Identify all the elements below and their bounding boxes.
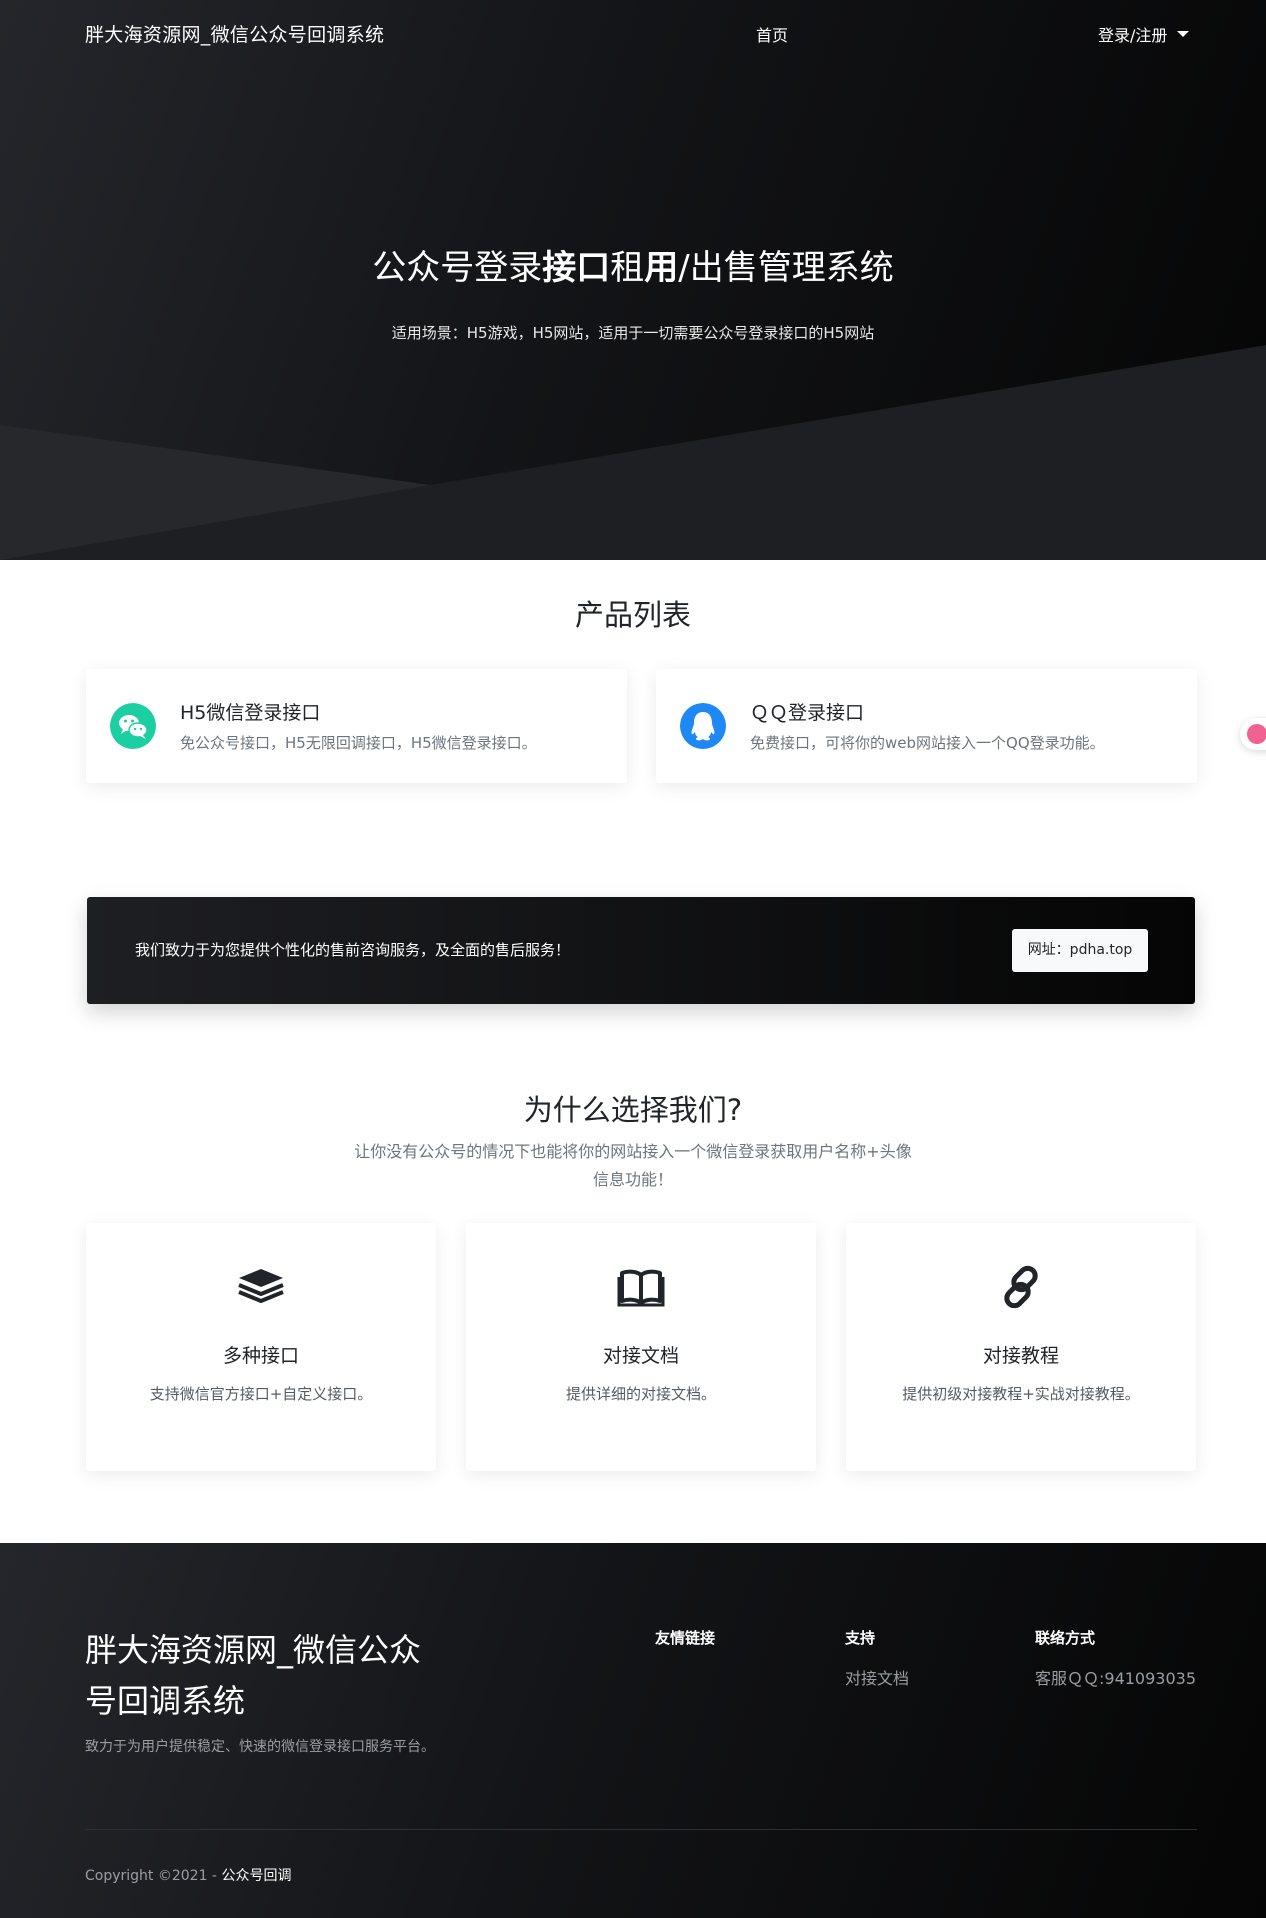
qq-icon xyxy=(680,703,726,749)
hero-title: 公众号登录接口租用/出售管理系统 xyxy=(0,240,1266,289)
hero-title-bold-2: 用 xyxy=(644,248,679,288)
chevron-down-icon xyxy=(1177,31,1190,37)
footer-col-contact-title: 联络方式 xyxy=(1035,1629,1096,1647)
product-card-wechat[interactable]: H5微信登录接口 免公众号接口，H5无限回调接口，H5微信登录接口。 xyxy=(86,669,627,783)
product-description: 免公众号接口，H5无限回调接口，H5微信登录接口。 xyxy=(180,734,537,752)
why-title: 为什么选择我们? xyxy=(523,1093,743,1127)
footer-link-docs[interactable]: 对接文档 xyxy=(845,1665,909,1689)
floating-side-widget[interactable] xyxy=(1240,718,1266,750)
hero-subtitle: 适用场景：H5游戏，H5网站，适用于一切需要公众号登录接口的H5网站 xyxy=(391,324,875,342)
feature-description: 支持微信官方接口+自定义接口。 xyxy=(149,1385,373,1403)
product-card-qq[interactable]: ＱＱ登录接口 免费接口，可将你的web网站接入一个QQ登录功能。 xyxy=(656,669,1197,783)
translate-icon xyxy=(1247,724,1266,744)
top-navbar: 胖大海资源网_微信公众号回调系统 首页 登录/注册 xyxy=(0,0,1266,66)
product-description: 免费接口，可将你的web网站接入一个QQ登录功能。 xyxy=(750,734,1105,752)
hero-section: 胖大海资源网_微信公众号回调系统 首页 登录/注册 公众号登录接口租用/出售管理… xyxy=(0,0,1266,560)
navbar-brand[interactable]: 胖大海资源网_微信公众号回调系统 xyxy=(85,20,384,47)
site-footer: 胖大海资源网_微信公众号回调系统 致力于为用户提供稳定、快速的微信登录接口服务平… xyxy=(0,1543,1266,1918)
nav-link-home[interactable]: 首页 xyxy=(756,22,788,46)
footer-contact-qq: 客服ＱＱ:941093035 xyxy=(1035,1669,1197,1688)
product-name: ＱＱ登录接口 xyxy=(750,702,865,724)
website-button[interactable]: 网址：pdha.top xyxy=(1012,929,1148,972)
hero-title-part-2: 租 xyxy=(610,248,645,288)
link-icon xyxy=(1004,1265,1038,1309)
products-title: 产品列表 xyxy=(574,598,691,632)
footer-tagline: 致力于为用户提供稳定、快速的微信登录接口服务平台。 xyxy=(85,1739,435,1755)
nav-login-dropdown[interactable]: 登录/注册 xyxy=(1098,22,1190,46)
wechat-icon xyxy=(110,703,156,749)
footer-col-support-title: 支持 xyxy=(845,1629,876,1647)
feature-name: 对接教程 xyxy=(982,1345,1059,1367)
service-banner-text: 我们致力于为您提供个性化的售前咨询服务，及全面的售后服务！ xyxy=(135,941,571,959)
feature-name: 对接文档 xyxy=(602,1345,679,1367)
footer-col-friend-links-title: 友情链接 xyxy=(655,1629,716,1647)
hero-title-part-3: /出售管理系统 xyxy=(678,248,894,288)
feature-card-interfaces: 多种接口 支持微信官方接口+自定义接口。 xyxy=(86,1223,436,1471)
hero-title-part-1: 公众号登录 xyxy=(372,248,543,288)
feature-description: 提供初级对接教程+实战对接教程。 xyxy=(902,1385,1140,1403)
why-subtitle: 让你没有公众号的情况下也能将你的网站接入一个微信登录获取用户名称+头像信息功能！ xyxy=(354,1142,912,1189)
layers-icon xyxy=(238,1269,284,1303)
footer-copyright: Copyright ©2021 - 公众号回调 xyxy=(85,1865,291,1885)
footer-divider xyxy=(85,1829,1197,1830)
copyright-link[interactable]: 公众号回调 xyxy=(221,1868,291,1884)
feature-description: 提供详细的对接文档。 xyxy=(565,1385,716,1403)
hero-title-bold-1: 接口 xyxy=(542,248,611,288)
footer-brand: 胖大海资源网_微信公众号回调系统 xyxy=(85,1631,422,1720)
copyright-text: Copyright ©2021 - xyxy=(85,1868,222,1884)
nav-login-label: 登录/注册 xyxy=(1098,26,1168,45)
book-icon xyxy=(617,1269,665,1307)
feature-card-docs: 对接文档 提供详细的对接文档。 xyxy=(466,1223,816,1471)
product-name: H5微信登录接口 xyxy=(180,702,321,724)
feature-name: 多种接口 xyxy=(222,1345,299,1367)
feature-card-tutorial: 对接教程 提供初级对接教程+实战对接教程。 xyxy=(846,1223,1196,1471)
service-banner: 我们致力于为您提供个性化的售前咨询服务，及全面的售后服务！ 网址：pdha.to… xyxy=(87,897,1195,1004)
